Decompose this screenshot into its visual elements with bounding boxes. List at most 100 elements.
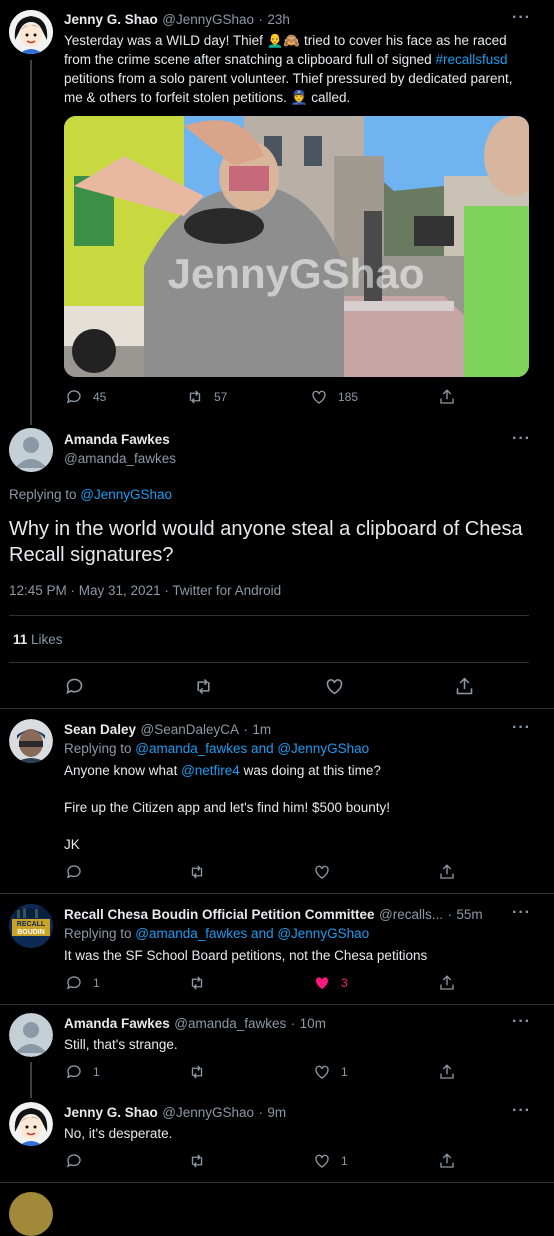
more-options-icon[interactable]: ··· xyxy=(512,1013,531,1031)
share-button[interactable] xyxy=(438,388,456,406)
avatar-jenny[interactable] xyxy=(9,10,53,54)
reply-icon xyxy=(66,1065,81,1079)
author-name[interactable]: Sean Daley xyxy=(64,722,136,737)
retweet-icon xyxy=(191,865,203,879)
tweet-time[interactable]: 55m xyxy=(456,907,482,922)
reply-text: It was the SF School Board petitions, no… xyxy=(64,948,428,963)
mention-link[interactable]: @JennyGShao xyxy=(80,487,172,502)
share-button[interactable] xyxy=(438,1063,456,1081)
reply-button[interactable]: 1 xyxy=(65,974,100,992)
divider xyxy=(0,1004,554,1005)
tweet-time[interactable]: 10m xyxy=(300,1016,326,1031)
retweet-button[interactable] xyxy=(193,676,214,697)
reply-icon xyxy=(66,976,81,990)
mention-link[interactable]: @amanda_fawkes and @JennyGShao xyxy=(135,926,369,941)
retweet-button[interactable] xyxy=(188,863,206,881)
default-avatar-icon xyxy=(9,428,53,472)
likes-count[interactable]: 11 Likes xyxy=(13,632,63,647)
author-handle[interactable]: @recalls... xyxy=(379,907,443,922)
avatar-amanda[interactable] xyxy=(9,1013,53,1057)
thread-line xyxy=(30,60,32,425)
avatar-recall-committee[interactable]: RECALL BOUDIN xyxy=(9,904,53,948)
divider xyxy=(0,1182,554,1183)
tweet-meta[interactable]: 12:45 PM · May 31, 2021 · Twitter for An… xyxy=(9,583,281,598)
more-options-icon[interactable]: ··· xyxy=(512,1102,531,1120)
divider xyxy=(9,615,529,616)
reply-button[interactable] xyxy=(64,676,85,697)
author-handle[interactable]: @JennyGShao xyxy=(162,1105,254,1120)
author-name[interactable]: Recall Chesa Boudin Official Petition Co… xyxy=(64,907,375,922)
mention-link[interactable]: @netfire4 xyxy=(181,763,240,778)
retweet-icon xyxy=(191,1065,203,1079)
retweet-icon xyxy=(191,976,203,990)
svg-text:BOUDIN: BOUDIN xyxy=(17,929,45,936)
more-options-icon[interactable]: ··· xyxy=(512,904,531,922)
share-icon xyxy=(440,389,454,404)
avatar-amanda[interactable] xyxy=(9,428,53,472)
like-button[interactable] xyxy=(324,676,345,697)
retweet-button[interactable] xyxy=(188,1152,206,1170)
hashtag-link[interactable]: #recallsfusd xyxy=(435,52,507,67)
default-avatar-icon xyxy=(9,1013,53,1057)
retweet-button[interactable]: 57 xyxy=(186,388,227,406)
share-button[interactable] xyxy=(438,1152,456,1170)
mention-link[interactable]: @amanda_fawkes and @JennyGShao xyxy=(135,741,369,756)
reply-button[interactable] xyxy=(65,1152,83,1170)
more-options-icon[interactable]: ··· xyxy=(512,430,531,448)
like-button[interactable]: 1 xyxy=(313,1063,348,1081)
heart-icon xyxy=(312,390,326,404)
avatar-partial[interactable] xyxy=(9,1192,53,1236)
replying-to: Replying to @amanda_fawkes and @JennyGSh… xyxy=(64,741,370,756)
more-options-icon[interactable]: ··· xyxy=(512,719,531,737)
author-handle[interactable]: @SeanDaleyCA xyxy=(141,722,240,737)
author-name[interactable]: Jenny G. Shao xyxy=(64,1105,158,1120)
reply-icon xyxy=(66,1154,81,1168)
reply-icon xyxy=(66,678,83,695)
like-button[interactable]: 3 xyxy=(313,974,348,992)
heart-icon xyxy=(326,679,343,695)
share-icon xyxy=(440,1064,454,1079)
tweet-time[interactable]: 9m xyxy=(267,1105,286,1120)
reply-text-line: JK xyxy=(64,837,80,852)
like-button[interactable] xyxy=(313,863,331,881)
heart-icon xyxy=(315,1065,329,1079)
retweet-button[interactable] xyxy=(188,974,206,992)
author-handle[interactable]: @amanda_fawkes xyxy=(64,451,176,466)
replying-to: Replying to @JennyGShao xyxy=(9,487,173,502)
tweet-photo[interactable]: JennyGShao xyxy=(64,116,529,377)
share-icon xyxy=(456,677,473,695)
reply-text-line: Fire up the Citizen app and let's find h… xyxy=(64,800,391,815)
street-photo-illustration: JennyGShao xyxy=(64,116,529,377)
author-name[interactable]: Jenny G. Shao xyxy=(64,12,158,27)
divider xyxy=(0,708,554,709)
reply-text: Still, that's strange. xyxy=(64,1037,178,1052)
reply-button[interactable]: 1 xyxy=(65,1063,100,1081)
share-button[interactable] xyxy=(438,974,456,992)
main-tweet-text: Why in the world would anyone steal a cl… xyxy=(9,518,523,566)
tweet-text: Yesterday was a WILD day! Thief 👨‍🦲🙈 tri… xyxy=(64,33,513,105)
author-handle[interactable]: @JennyGShao xyxy=(162,12,254,27)
reply-icon xyxy=(66,865,81,879)
reply-button[interactable]: 45 xyxy=(65,388,106,406)
retweet-icon xyxy=(191,1154,203,1168)
like-button[interactable]: 185 xyxy=(310,388,358,406)
reply-icon xyxy=(66,390,81,404)
heart-filled-icon xyxy=(315,977,329,989)
police-emoji: 👮 xyxy=(290,90,308,105)
like-button[interactable]: 1 xyxy=(313,1152,348,1170)
author-handle[interactable]: @amanda_fawkes xyxy=(174,1016,286,1031)
share-icon xyxy=(440,864,454,879)
divider xyxy=(0,893,554,894)
more-options-icon[interactable]: ··· xyxy=(512,9,531,27)
author-name[interactable]: Amanda Fawkes xyxy=(64,1016,170,1031)
share-button[interactable] xyxy=(454,676,475,697)
share-button[interactable] xyxy=(438,863,456,881)
avatar-jenny[interactable] xyxy=(9,1102,53,1146)
thread-line xyxy=(30,1062,32,1098)
reply-button[interactable] xyxy=(65,863,83,881)
tweet-time[interactable]: 1m xyxy=(252,722,271,737)
avatar-sean[interactable] xyxy=(9,719,53,763)
tweet-time[interactable]: 23h xyxy=(267,12,290,27)
author-name[interactable]: Amanda Fawkes xyxy=(64,432,170,447)
retweet-button[interactable] xyxy=(188,1063,206,1081)
